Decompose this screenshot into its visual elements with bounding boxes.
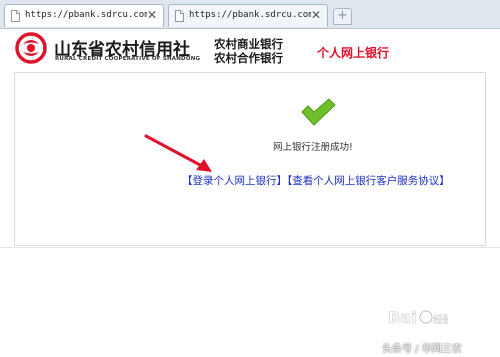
svg-text:经验: 经验 [433, 313, 448, 326]
close-icon[interactable]: ✕ [311, 8, 321, 22]
success-message: 网上银行注册成功! [273, 142, 353, 153]
bank-logo-icon [15, 32, 47, 64]
close-icon[interactable]: ✕ [147, 8, 157, 22]
svg-text:Bai: Bai [388, 308, 416, 327]
agreement-link[interactable]: 【查看个人网上银行客户服务协议】 [287, 175, 450, 187]
browser-tab-1[interactable]: https://pbank.sdrcu.com/pw ✕ [4, 4, 164, 27]
red-arrow-icon [144, 134, 212, 172]
footer-area [0, 247, 500, 272]
service-title: 个人网上银行 [317, 46, 390, 60]
browser-window: https://pbank.sdrcu.com/pw ✕ https://pba… [0, 0, 500, 357]
login-link[interactable]: 【登录个人网上银行】 [182, 175, 287, 187]
baidu-watermark-logo: Bai 经验 [388, 308, 448, 328]
document-icon [175, 10, 184, 22]
watermark-caption: 头条号 / 华网三农 [382, 344, 462, 355]
document-icon [11, 10, 20, 22]
brand-english: RURAL CREDIT COOPERATIVE OF SHANDONG [55, 56, 201, 62]
checkmark-icon [301, 98, 336, 126]
link-row: 【登录个人网上银行】【查看个人网上银行客户服务协议】 [182, 173, 450, 188]
browser-tab-2[interactable]: https://pbank.sdrcu.com/pw ✕ [168, 4, 328, 27]
new-tab-button[interactable]: + [333, 8, 352, 25]
tab-url: https://pbank.sdrcu.com/pw [25, 10, 147, 20]
tab-url: https://pbank.sdrcu.com/pw [189, 10, 311, 20]
content-panel [14, 72, 486, 246]
brand-sub-line2: 农村合作银行 [214, 51, 283, 65]
tab-bar: https://pbank.sdrcu.com/pw ✕ https://pba… [0, 0, 500, 29]
